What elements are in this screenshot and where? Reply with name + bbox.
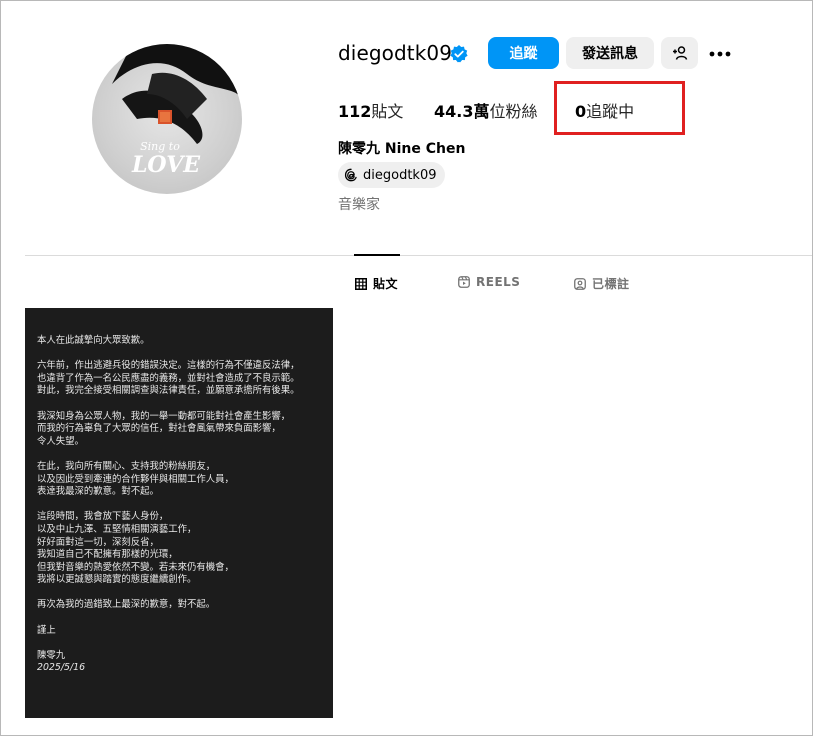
- avatar-artwork: Sing to LOVE: [112, 44, 242, 178]
- post-paragraph: 我深知身為公眾人物，我的一舉一動都可能對社會產生影響， 而我的行為辜負了大眾的信…: [37, 410, 291, 447]
- avatar-text-love: LOVE: [131, 152, 201, 178]
- post-paragraph: 再次為我的過錯致上最深的歉意，對不起。: [37, 599, 216, 611]
- add-person-icon: [672, 46, 687, 60]
- posts-count: 112貼文: [338, 102, 404, 121]
- threads-handle: diegodtk09: [363, 167, 437, 183]
- post-paragraph: 本人在此誠摯向大眾致歉。: [37, 335, 150, 346]
- grid-icon: [355, 277, 367, 290]
- profile-avatar[interactable]: Sing to LOVE: [92, 44, 242, 194]
- profile-category: 音樂家: [338, 197, 380, 213]
- username: diegodtk09: [338, 41, 453, 65]
- tabs-divider: [25, 255, 812, 256]
- post-date: 2025/5/16: [37, 662, 86, 674]
- full-name: 陳零九 Nine Chen: [338, 141, 466, 157]
- tab-reels-label: REELS: [476, 275, 521, 289]
- post-paragraph: 謹上: [37, 624, 56, 636]
- post-paragraph: 這段時間，我會放下藝人身份， 以及中止九澤、五堅情相關演藝工作， 好好面對這一切…: [37, 511, 234, 586]
- reels-icon: [458, 276, 470, 288]
- red-highlight-box: [554, 81, 685, 135]
- tagged-person-icon: [574, 277, 586, 290]
- send-message-button[interactable]: 發送訊息: [566, 37, 654, 69]
- verified-badge-icon: [450, 45, 468, 63]
- post-signature: 陳零九: [37, 649, 66, 661]
- suggested-users-button[interactable]: [661, 37, 698, 69]
- followers-count[interactable]: 44.3萬位粉絲: [434, 98, 538, 122]
- tab-posts[interactable]: 貼文: [355, 275, 398, 292]
- post-paragraph: 六年前，作出逃避兵役的錯誤決定。這樣的行為不僅違反法律， 也違背了作為一名公民應…: [37, 360, 300, 397]
- post-paragraph: 在此，我向所有關心、支持我的粉絲朋友， 以及因此受到牽連的合作夥伴與相關工作人員…: [37, 460, 234, 498]
- tab-posts-label: 貼文: [373, 277, 399, 291]
- more-options-icon[interactable]: [708, 42, 732, 66]
- active-tab-indicator: [354, 254, 400, 256]
- tab-tagged-label: 已標註: [592, 277, 630, 291]
- threads-link[interactable]: diegodtk09: [338, 162, 445, 188]
- tab-reels[interactable]: REELS: [458, 275, 520, 289]
- tab-tagged[interactable]: 已標註: [574, 275, 630, 292]
- follow-button[interactable]: 追蹤: [488, 37, 559, 69]
- threads-icon: [344, 168, 357, 182]
- post-thumbnail[interactable]: 本人在此誠摯向大眾致歉。 六年前，作出逃避兵役的錯誤決定。這樣的行為不僅違反法律…: [25, 308, 333, 718]
